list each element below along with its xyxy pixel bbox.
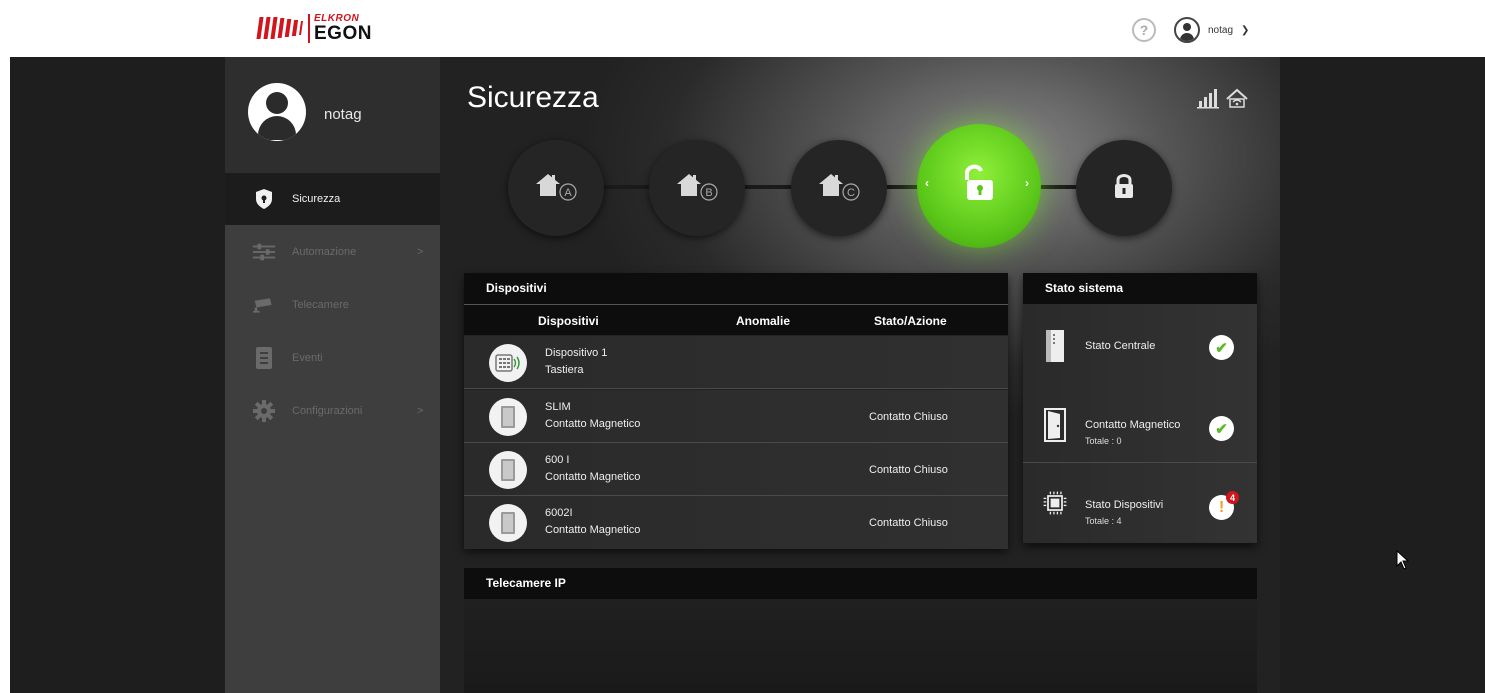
- mode-letter-a: A: [564, 187, 572, 199]
- sidebar-user-card: notag: [225, 57, 440, 173]
- sidebar-item-configurazioni[interactable]: Configurazioni >: [225, 385, 440, 437]
- user-circle-icon: [1174, 17, 1200, 43]
- devices-panel: Dispositivi Dispositivi Anomalie Stato/A…: [464, 273, 1008, 549]
- status-row-centrale[interactable]: Stato Centrale ✔: [1023, 304, 1257, 384]
- device-name: 600 I: [545, 454, 570, 466]
- camera-icon: [253, 294, 275, 316]
- chevron-left-icon[interactable]: ‹: [925, 176, 929, 190]
- sliders-icon: [253, 241, 275, 263]
- cameras-panel: Telecamere IP: [464, 568, 1257, 693]
- top-bar: ELKRON EGON ? notag ❯: [0, 0, 1485, 57]
- status-title: Stato Dispositivi: [1085, 499, 1164, 511]
- mode-partial-c[interactable]: C: [791, 140, 887, 236]
- sidebar-item-label: Sicurezza: [292, 193, 341, 205]
- device-name: 6002I: [545, 507, 573, 519]
- sidebar-item-label: Automazione: [292, 246, 357, 258]
- gear-icon: [253, 400, 275, 422]
- devices-panel-title: Dispositivi: [464, 273, 1008, 304]
- devices-table-header: Dispositivi Anomalie Stato/Azione: [464, 304, 1008, 335]
- device-name: Dispositivo 1: [545, 347, 608, 359]
- sidebar-item-label: Eventi: [292, 352, 323, 364]
- status-subtitle: Totale : 4: [1085, 516, 1122, 526]
- sidebar-item-label: Telecamere: [292, 299, 349, 311]
- page-title: Sicurezza: [467, 81, 599, 114]
- device-state: Contatto Chiuso: [869, 411, 948, 423]
- list-icon: [253, 347, 275, 369]
- notification-count-badge: 4: [1226, 491, 1239, 504]
- cameras-panel-title: Telecamere IP: [464, 568, 1257, 599]
- table-row[interactable]: SLIM Contatto Magnetico Contatto Chiuso: [464, 390, 1008, 443]
- system-status-title: Stato sistema: [1023, 273, 1257, 304]
- question-circle-icon[interactable]: ?: [1132, 18, 1156, 42]
- system-status-panel: Stato sistema Stato Centrale ✔ Contatto …: [1023, 273, 1257, 543]
- status-row-dispositivi[interactable]: Stato Dispositivi Totale : 4 ! 4: [1023, 463, 1257, 543]
- device-type: Tastiera: [545, 364, 584, 376]
- status-row-contatto-magnetico[interactable]: Contatto Magnetico Totale : 0 ✔: [1023, 383, 1257, 463]
- sidebar-item-label: Configurazioni: [292, 405, 363, 417]
- sidebar-item-eventi[interactable]: Eventi: [225, 332, 440, 384]
- status-subtitle: Totale : 0: [1085, 436, 1122, 446]
- logo-brand-top: ELKRON: [314, 12, 360, 24]
- mode-letter-b: B: [705, 187, 712, 199]
- shield-icon: [253, 188, 275, 210]
- chevron-down-icon[interactable]: ❯: [1241, 25, 1249, 36]
- chevron-right-icon[interactable]: ›: [1025, 176, 1029, 190]
- table-row[interactable]: Dispositivo 1 Tastiera: [464, 336, 1008, 389]
- control-panel-icon: [1041, 328, 1069, 364]
- magnetic-contact-icon: [489, 451, 527, 489]
- mode-disarmed[interactable]: ‹ ›: [917, 124, 1041, 248]
- check-icon: ✔: [1209, 335, 1234, 360]
- mode-partial-a[interactable]: A: [508, 140, 604, 236]
- device-type: Contatto Magnetico: [545, 471, 641, 483]
- home-c-icon: C: [817, 170, 861, 207]
- magnetic-contact-icon: [489, 398, 527, 436]
- home-a-icon: A: [534, 170, 578, 207]
- sidebar-item-telecamere[interactable]: Telecamere: [225, 279, 440, 331]
- user-menu[interactable]: notag ❯: [1174, 17, 1249, 43]
- mode-armed[interactable]: [1076, 140, 1172, 236]
- check-icon: ✔: [1209, 416, 1234, 441]
- user-menu-name: notag: [1208, 24, 1234, 36]
- mode-partial-b[interactable]: B: [649, 140, 745, 236]
- device-state: Contatto Chiuso: [869, 517, 948, 529]
- table-row[interactable]: 6002I Contatto Magnetico Contatto Chiuso: [464, 496, 1008, 549]
- sidebar-item-automazione[interactable]: Automazione >: [225, 226, 440, 278]
- sidebar-username: notag: [324, 106, 362, 123]
- chevron-right-icon: >: [417, 246, 424, 258]
- device-state: Contatto Chiuso: [869, 464, 948, 476]
- keypad-icon: [489, 344, 527, 382]
- lock-icon: [1112, 173, 1136, 204]
- door-icon: [1041, 407, 1069, 443]
- device-name: SLIM: [545, 401, 571, 413]
- column-header-dispositivi[interactable]: Dispositivi: [538, 314, 599, 328]
- column-header-stato-azione[interactable]: Stato/Azione: [874, 314, 947, 328]
- device-type: Contatto Magnetico: [545, 418, 641, 430]
- status-title: Stato Centrale: [1085, 340, 1156, 352]
- chip-icon: [1041, 485, 1069, 521]
- sidebar: notag Sicurezza Automazione > Telecamere…: [225, 57, 440, 693]
- mouse-cursor-icon: [1396, 549, 1410, 575]
- mode-letter-c: C: [847, 187, 855, 199]
- status-title: Contatto Magnetico: [1085, 419, 1181, 431]
- column-header-anomalie[interactable]: Anomalie: [736, 314, 790, 328]
- home-network-icon[interactable]: [1225, 87, 1249, 114]
- device-type: Contatto Magnetico: [545, 524, 641, 536]
- logo-stripes-icon: [256, 17, 303, 39]
- chevron-right-icon: >: [417, 405, 424, 417]
- sidebar-item-sicurezza[interactable]: Sicurezza: [225, 173, 440, 225]
- logo-brand-main: EGON: [314, 22, 372, 44]
- avatar: [248, 83, 306, 141]
- signal-icon[interactable]: [1197, 87, 1219, 114]
- table-row[interactable]: 600 I Contatto Magnetico Contatto Chiuso: [464, 443, 1008, 496]
- magnetic-contact-icon: [489, 504, 527, 542]
- unlocked-icon: [959, 162, 999, 211]
- home-b-icon: B: [675, 170, 719, 207]
- elkron-egon-logo[interactable]: ELKRON EGON: [256, 10, 372, 46]
